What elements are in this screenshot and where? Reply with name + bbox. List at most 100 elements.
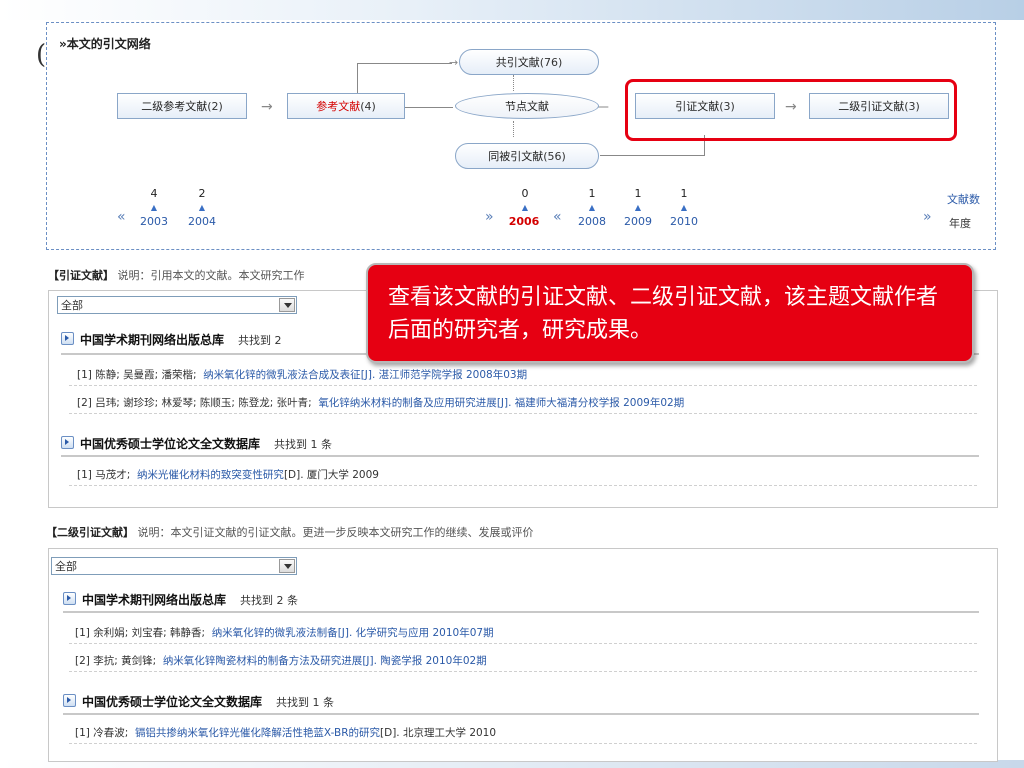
year-count: 2	[198, 187, 206, 200]
citation-network-panel: »本文的引文网络 → → — → 共引文献(76) 二级参考文献(2) 参考文献…	[46, 22, 996, 250]
section-title: 【二级引证文献】	[46, 526, 134, 539]
db-expand-icon[interactable]	[63, 592, 76, 605]
item-title-link[interactable]: 镉铝共掺纳米氧化锌光催化降解活性艳蓝X-BR的研究	[135, 727, 380, 739]
connector-line	[357, 63, 358, 93]
section-title: 【引证文献】	[48, 269, 114, 282]
counts-label: 文献数	[947, 193, 980, 206]
node-label: 节点文献	[505, 100, 549, 113]
db-group-header: 中国学术期刊网络出版总库 共找到 2	[61, 331, 282, 348]
citation-item: [2] 李抗; 黄剑锋; 纳米氧化锌陶瓷材料的制备方法及研究进展[J]. 陶瓷学…	[75, 653, 487, 668]
cited-filter-select[interactable]: 全部	[57, 296, 297, 314]
db-expand-icon[interactable]	[61, 332, 74, 345]
item-authors: [2] 李抗; 黄剑锋;	[75, 655, 157, 667]
tick-icon: ▲	[588, 203, 596, 212]
divider	[69, 643, 977, 644]
citation-item: [1] 余利娟; 刘宝春; 韩静香; 纳米氧化锌的微乳液法制备[J]. 化学研究…	[75, 625, 494, 640]
highlight-box	[625, 79, 957, 141]
second-cited-list-panel: 全部 中国学术期刊网络出版总库 共找到 2 条 [1] 余利娟; 刘宝春; 韩静香…	[48, 548, 998, 762]
db-expand-icon[interactable]	[63, 694, 76, 707]
db-count: 共找到 1 条	[276, 696, 335, 709]
node-label: 共引文献	[495, 56, 540, 69]
citation-item: [1] 陈静; 吴曼霞; 潘荣楷; 纳米氧化锌的微乳液法合成及表征[J]. 湛江…	[77, 367, 527, 382]
year-link-active[interactable]: 2006	[507, 215, 541, 228]
item-title-link[interactable]: 纳米氧化锌陶瓷材料的制备方法及研究进展	[163, 655, 363, 667]
db-count: 共找到 2 条	[240, 594, 299, 607]
db-expand-icon[interactable]	[61, 436, 74, 449]
node-label: 同被引文献	[488, 150, 544, 163]
citation-item: [2] 吕玮; 谢珍珍; 林爱琴; 陈顺玉; 陈登龙; 张叶青; 氧化锌纳米材料…	[77, 395, 684, 410]
chevron-down-icon[interactable]	[279, 559, 295, 573]
second-cited-section-header: 【二级引证文献】 说明：本文引证文献的引证文献。更进一步反映本文研究工作的继续、…	[46, 524, 534, 540]
item-authors: [1] 余利娟; 刘宝春; 韩静香;	[75, 627, 205, 639]
db-name[interactable]: 中国优秀硕士学位论文全文数据库	[82, 695, 262, 709]
timeline-nav-icon[interactable]: «	[553, 209, 562, 225]
item-title-link[interactable]: 氧化锌纳米材料的制备及应用研究进展	[318, 397, 497, 409]
tick-icon: ▲	[198, 203, 206, 212]
db-count: 共找到 1 条	[274, 438, 333, 451]
connector-line	[600, 155, 704, 156]
node-co-cited-docs[interactable]: 同被引文献(56)	[455, 143, 599, 169]
node-references[interactable]: 参考文献(4)	[287, 93, 405, 119]
db-group-header: 中国优秀硕士学位论文全文数据库 共找到 1 条	[61, 435, 332, 452]
divider	[63, 611, 979, 613]
arrow-right-icon: →	[261, 99, 273, 115]
item-authors: [2] 吕玮; 谢珍珍; 林爱琴; 陈顺玉; 陈登龙; 张叶青;	[77, 397, 312, 409]
network-title: »本文的引文网络	[59, 37, 151, 51]
connector-line	[403, 107, 453, 108]
item-source-link[interactable]: [J]. 化学研究与应用 2010年07期	[338, 627, 494, 639]
divider	[63, 713, 979, 715]
item-source-link[interactable]: [J]. 湛江师范学院学报 2008年03期	[361, 369, 527, 381]
section-desc: 说明：本文引证文献的引证文献。更进一步反映本文研究工作的继续、发展或评价	[137, 526, 534, 539]
year-link[interactable]: 2008	[575, 215, 609, 228]
tick-icon: ▲	[521, 203, 529, 212]
item-source-link[interactable]: [J]. 陶瓷学报 2010年02期	[362, 655, 486, 667]
item-authors: [1] 陈静; 吴曼霞; 潘荣楷;	[77, 369, 197, 381]
tick-icon: ▲	[150, 203, 158, 212]
arrow-right-icon: →	[449, 56, 459, 69]
divider	[69, 743, 977, 744]
node-focal-document[interactable]: 节点文献	[455, 93, 599, 119]
node-second-level-refs[interactable]: 二级参考文献(2)	[117, 93, 247, 119]
db-name[interactable]: 中国优秀硕士学位论文全文数据库	[80, 437, 260, 451]
db-group-header: 中国优秀硕士学位论文全文数据库 共找到 1 条	[63, 693, 334, 710]
divider	[69, 413, 977, 414]
year-link[interactable]: 2003	[137, 215, 171, 228]
node-count: (4)	[360, 100, 376, 113]
db-name[interactable]: 中国学术期刊网络出版总库	[82, 593, 226, 607]
item-source: [D]. 厦门大学 2009	[283, 469, 379, 481]
tick-icon: ▲	[680, 203, 688, 212]
year-count: 4	[150, 187, 158, 200]
divider	[61, 455, 979, 457]
divider	[69, 671, 977, 672]
year-count: 0	[521, 187, 529, 200]
item-title-link[interactable]: 纳米氧化锌的微乳液法合成及表征	[203, 369, 361, 381]
item-source-link[interactable]: [J]. 福建师大福清分校学报 2009年02期	[497, 397, 684, 409]
chevron-down-icon[interactable]	[279, 298, 295, 312]
citation-item: [1] 马茂才; 纳米光催化材料的致突变性研究[D]. 厦门大学 2009	[77, 467, 379, 482]
item-title-link[interactable]: 纳米氧化锌的微乳液法制备	[212, 627, 338, 639]
node-count: (76)	[539, 56, 563, 69]
year-link[interactable]: 2010	[667, 215, 701, 228]
item-title-link[interactable]: 纳米光催化材料的致突变性研究	[137, 469, 284, 481]
node-co-cited-refs[interactable]: 共引文献(76)	[459, 49, 599, 75]
dotted-connector	[513, 75, 514, 91]
cited-section-header: 【引证文献】 说明：引用本文的文献。本文研究工作	[48, 267, 305, 283]
second-cited-filter-select[interactable]: 全部	[51, 557, 297, 575]
timeline-next-icon[interactable]: »	[923, 209, 932, 225]
node-label: 二级参考文献	[141, 100, 208, 113]
timeline-nav-icon[interactable]: »	[485, 209, 494, 225]
slide-top-band	[0, 0, 1024, 20]
item-authors: [1] 冷春波;	[75, 727, 129, 739]
annotation-callout: 查看该文献的引证文献、二级引证文献，该主题文献作者后面的研究者，研究成果。	[366, 263, 974, 363]
year-link[interactable]: 2004	[185, 215, 219, 228]
timeline-prev-icon[interactable]: «	[117, 209, 126, 225]
citation-item: [1] 冷春波; 镉铝共掺纳米氧化锌光催化降解活性艳蓝X-BR的研究[D]. 北…	[75, 725, 496, 740]
year-link[interactable]: 2009	[621, 215, 655, 228]
year-count: 1	[634, 187, 642, 200]
item-source: [D]. 北京理工大学 2010	[380, 727, 497, 739]
divider	[69, 485, 977, 486]
db-name[interactable]: 中国学术期刊网络出版总库	[80, 333, 224, 347]
divider	[69, 385, 977, 386]
node-count: (56)	[543, 150, 566, 163]
years-label: 年度	[949, 217, 971, 230]
